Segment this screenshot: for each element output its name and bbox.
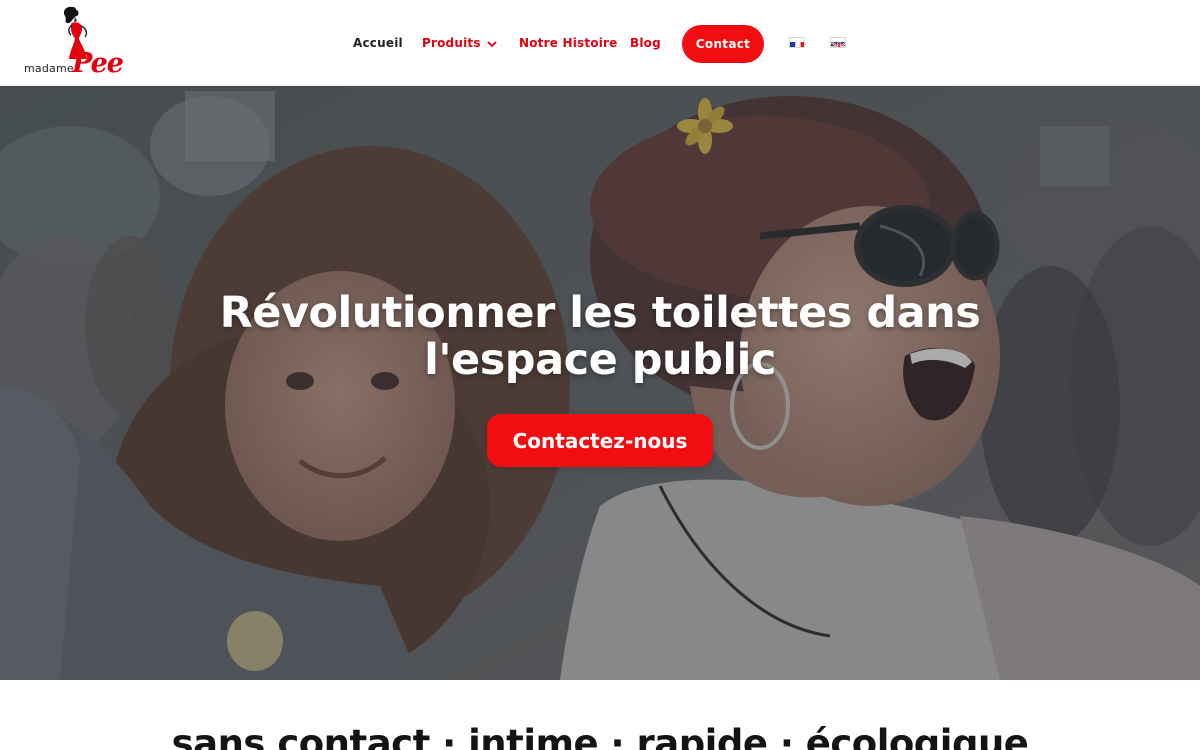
hero-title: Révolutionner les toilettes dans l'espac… bbox=[100, 290, 1100, 384]
hero-title-line-2: l'espace public bbox=[424, 335, 776, 385]
hero-section: Révolutionner les toilettes dans l'espac… bbox=[0, 86, 1200, 680]
contact-us-button[interactable]: Contactez-nous bbox=[487, 414, 713, 467]
nav-item-products-label: Produits bbox=[422, 36, 481, 50]
french-flag-icon[interactable] bbox=[789, 37, 805, 48]
chevron-down-icon bbox=[487, 37, 497, 51]
nav-item-blog[interactable]: Blog bbox=[630, 36, 661, 50]
features-section: sans contact · intime · rapide · écologi… bbox=[0, 680, 1200, 750]
hero-title-line-1: Révolutionner les toilettes dans bbox=[219, 288, 981, 338]
uk-flag-icon[interactable] bbox=[830, 37, 846, 48]
site-header: madame Pee Accueil Produits Notre Histoi… bbox=[0, 0, 1200, 86]
nav-item-products[interactable]: Produits bbox=[422, 36, 497, 51]
contact-button[interactable]: Contact bbox=[682, 25, 764, 63]
main-nav: Accueil Produits Notre Histoire Blog Con… bbox=[0, 0, 1200, 86]
nav-item-history[interactable]: Notre Histoire bbox=[519, 36, 618, 50]
nav-item-home[interactable]: Accueil bbox=[353, 36, 403, 50]
features-tagline: sans contact · intime · rapide · écologi… bbox=[171, 722, 1029, 750]
